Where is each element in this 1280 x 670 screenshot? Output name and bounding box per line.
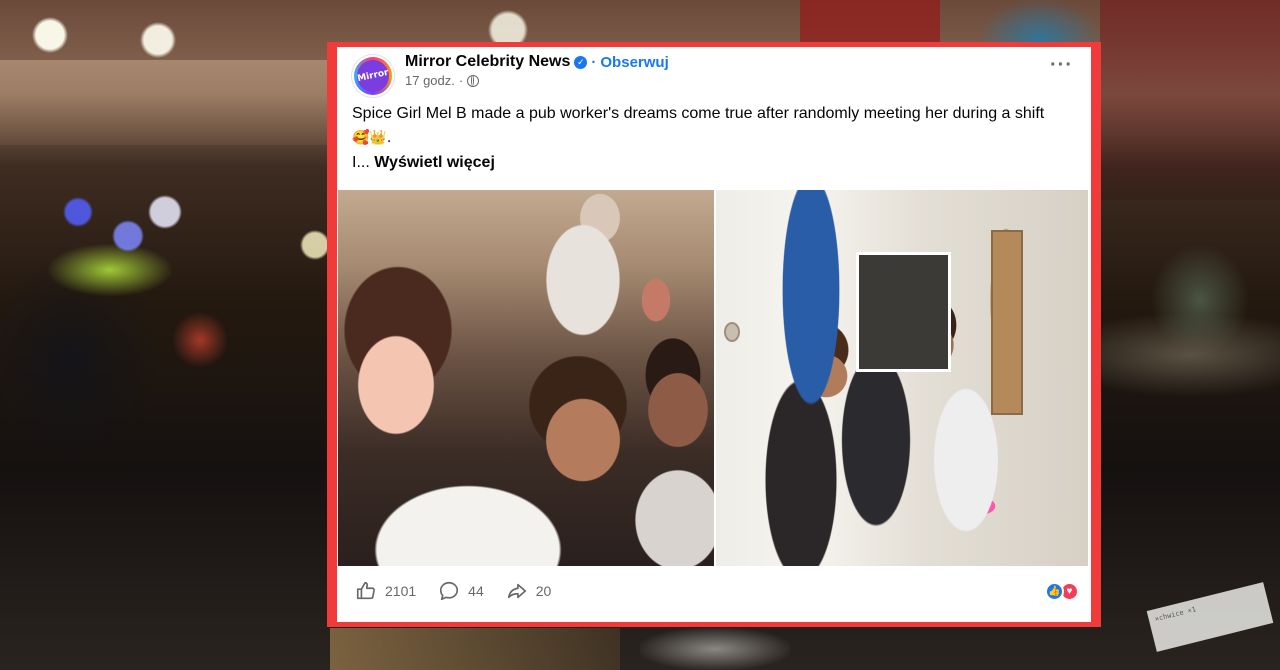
post-body: Spice Girl Mel B made a pub worker's dre… [352, 105, 1045, 122]
follow-button[interactable]: Obserwuj [600, 54, 668, 71]
comment-bubble-icon [440, 581, 459, 601]
page-avatar[interactable]: Mirror [351, 54, 395, 98]
share-button[interactable]: 20 [506, 580, 552, 602]
like-count: 2101 [385, 583, 417, 599]
background-bottles [1100, 0, 1280, 200]
thumbs-up-icon [356, 581, 375, 600]
see-more-link[interactable]: Wyświetl więcej [374, 154, 495, 171]
verified-badge-icon: ✓ [574, 55, 588, 69]
more-options-icon[interactable]: ··· [1050, 55, 1073, 75]
post-header: Mirror Celebrity News ✓ · Obserwuj [405, 52, 669, 72]
globe-icon [467, 74, 480, 87]
post-photo-group[interactable] [716, 190, 1088, 566]
red-highlight-frame: Mirror Mirror Celebrity News ✓ · Obserwu… [327, 42, 1101, 627]
avatar-ring: Mirror [354, 57, 392, 95]
post-photo-selfie[interactable] [338, 190, 714, 566]
post-emojis: 🥰👑. [352, 130, 392, 146]
post-meta: 17 godz. · [405, 73, 480, 88]
background-sign [800, 0, 940, 42]
photo-doorway [856, 252, 951, 372]
like-button[interactable]: 2101 [355, 580, 416, 602]
post-text: Spice Girl Mel B made a pub worker's dre… [352, 102, 1082, 150]
photo-door-plate [724, 322, 740, 342]
see-more-row: I... Wyświetl więcej [352, 154, 495, 172]
like-reaction-icon: 👍 [1045, 582, 1064, 601]
reactions-summary[interactable]: 👍 ♥ [1045, 582, 1079, 601]
header-separator: · [591, 53, 597, 71]
facebook-post-card: Mirror Mirror Celebrity News ✓ · Obserwu… [337, 47, 1091, 622]
mirror-logo: Mirror [354, 57, 392, 95]
post-actions-bar: 2101 44 20 [337, 568, 1091, 614]
post-timestamp[interactable]: 17 godz. [405, 73, 455, 88]
background-shelf [0, 60, 330, 145]
comment-button[interactable]: 44 [438, 580, 484, 602]
page-name[interactable]: Mirror Celebrity News [405, 53, 570, 71]
share-arrow-icon [507, 583, 526, 599]
background-table [330, 628, 620, 670]
background-cup [640, 628, 790, 670]
photo-corkboard [991, 230, 1023, 415]
comment-count: 44 [468, 583, 484, 599]
share-count: 20 [535, 583, 552, 599]
truncated-text: I... [352, 154, 370, 171]
meta-separator: · [458, 73, 464, 88]
